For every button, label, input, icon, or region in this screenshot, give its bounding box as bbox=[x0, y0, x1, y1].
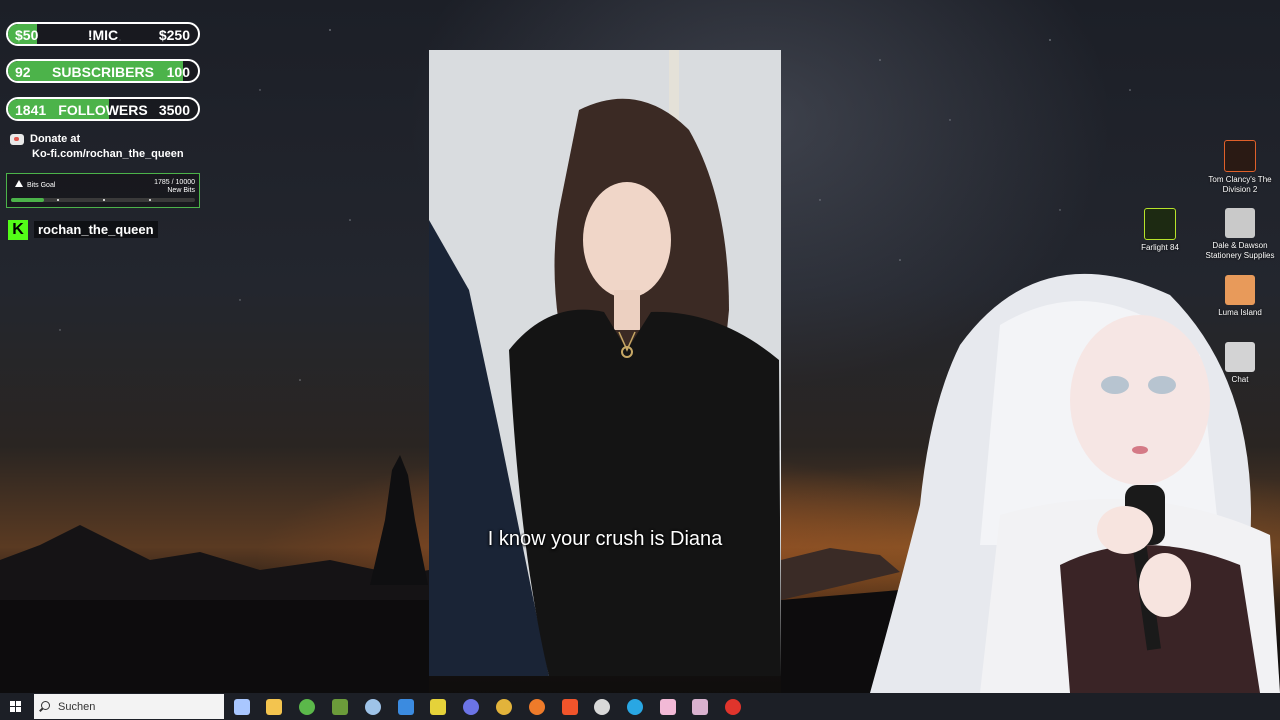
subscribers-goal-bar: 92 SUBSCRIBERS 100 bbox=[6, 59, 200, 83]
desktop-icon-label: Tom Clancy's The Division 2 bbox=[1208, 175, 1272, 194]
bits-goal-unit: New Bits bbox=[167, 187, 195, 194]
donate-line1: Donate at bbox=[30, 133, 81, 145]
bits-goal-panel: Bits Goal 1785 / 10000 New Bits bbox=[6, 173, 200, 208]
chat-icon bbox=[1225, 342, 1255, 372]
xbox-icon[interactable] bbox=[299, 699, 315, 715]
kofi-cup-icon bbox=[10, 133, 24, 145]
opera-icon[interactable] bbox=[725, 699, 741, 715]
brave-icon[interactable] bbox=[562, 699, 578, 715]
desktop-icon-dale-dawson[interactable]: Dale & Dawson Stationery Supplies bbox=[1203, 208, 1277, 261]
desktop-icon-label: Chat bbox=[1231, 375, 1249, 384]
bits-milestone-marker bbox=[149, 199, 151, 201]
bits-goal-progress bbox=[11, 198, 195, 202]
desktop-icon-farlight[interactable]: Farlight 84 bbox=[1123, 208, 1197, 253]
bits-triangle-icon bbox=[15, 180, 23, 187]
discord-icon[interactable] bbox=[463, 699, 479, 715]
vtube-studio-icon[interactable] bbox=[660, 699, 676, 715]
steam-icon[interactable] bbox=[365, 699, 381, 715]
mail-icon[interactable] bbox=[398, 699, 414, 715]
desktop-icon-label: Dale & Dawson Stationery Supplies bbox=[1205, 241, 1275, 260]
bits-goal-title: Bits Goal bbox=[27, 182, 56, 189]
bits-goal-count: 1785 / 10000 bbox=[154, 179, 195, 186]
chrome-icon[interactable] bbox=[496, 699, 512, 715]
followers-goal-target: 3500 bbox=[158, 102, 190, 118]
search-placeholder: Suchen bbox=[58, 701, 96, 713]
taskbar: Suchen bbox=[0, 693, 1280, 720]
bits-milestone-marker bbox=[57, 199, 59, 201]
twinkle-icon[interactable] bbox=[627, 699, 643, 715]
farlight-icon bbox=[1144, 208, 1176, 240]
mic-goal-bar: $50 !MIC $250 bbox=[6, 22, 200, 46]
kick-username: rochan_the_queen bbox=[34, 221, 158, 238]
kick-logo-icon: K bbox=[8, 220, 28, 240]
desktop-icon-luma-island[interactable]: Luma Island bbox=[1203, 275, 1277, 318]
g-hub-icon[interactable] bbox=[430, 699, 446, 715]
luma-island-icon bbox=[1225, 275, 1255, 305]
taskbar-search-box[interactable]: Suchen bbox=[34, 694, 224, 719]
bits-goal-count-block: 1785 / 10000 New Bits bbox=[154, 179, 195, 195]
video-subtitle: I know your crush is Diana bbox=[487, 528, 723, 550]
video-frame bbox=[429, 50, 781, 676]
bits-milestone-marker bbox=[103, 199, 105, 201]
mic-goal-target: $250 bbox=[158, 27, 190, 43]
donate-panel: Donate at Ko-fi.com/rochan_the_queen bbox=[10, 132, 184, 162]
file-explorer-icon[interactable] bbox=[266, 699, 282, 715]
printer-icon bbox=[1225, 208, 1255, 238]
desktop-icon-division2[interactable]: Tom Clancy's The Division 2 bbox=[1203, 140, 1277, 195]
desktop-icon-label: Luma Island bbox=[1218, 308, 1262, 317]
desktop-icon-label: Farlight 84 bbox=[1141, 243, 1179, 252]
division2-icon bbox=[1224, 140, 1256, 172]
obs-icon[interactable] bbox=[594, 699, 610, 715]
task-view-icon[interactable] bbox=[234, 699, 250, 715]
bits-goal-progress-fill bbox=[11, 198, 45, 202]
video-player[interactable]: I know your crush is Diana bbox=[429, 50, 781, 676]
search-icon bbox=[41, 701, 50, 710]
pink-app-icon[interactable] bbox=[692, 699, 708, 715]
desktop-icon-chat[interactable]: Chat bbox=[1203, 342, 1277, 385]
donate-line2: Ko-fi.com/rochan_the_queen bbox=[32, 148, 184, 160]
minecraft-icon[interactable] bbox=[332, 699, 348, 715]
windows-start-icon[interactable] bbox=[10, 701, 22, 713]
firefox-icon[interactable] bbox=[529, 699, 545, 715]
subscribers-goal-target: 100 bbox=[166, 64, 190, 80]
followers-goal-bar: 1841 FOLLOWERS 3500 bbox=[6, 97, 200, 121]
